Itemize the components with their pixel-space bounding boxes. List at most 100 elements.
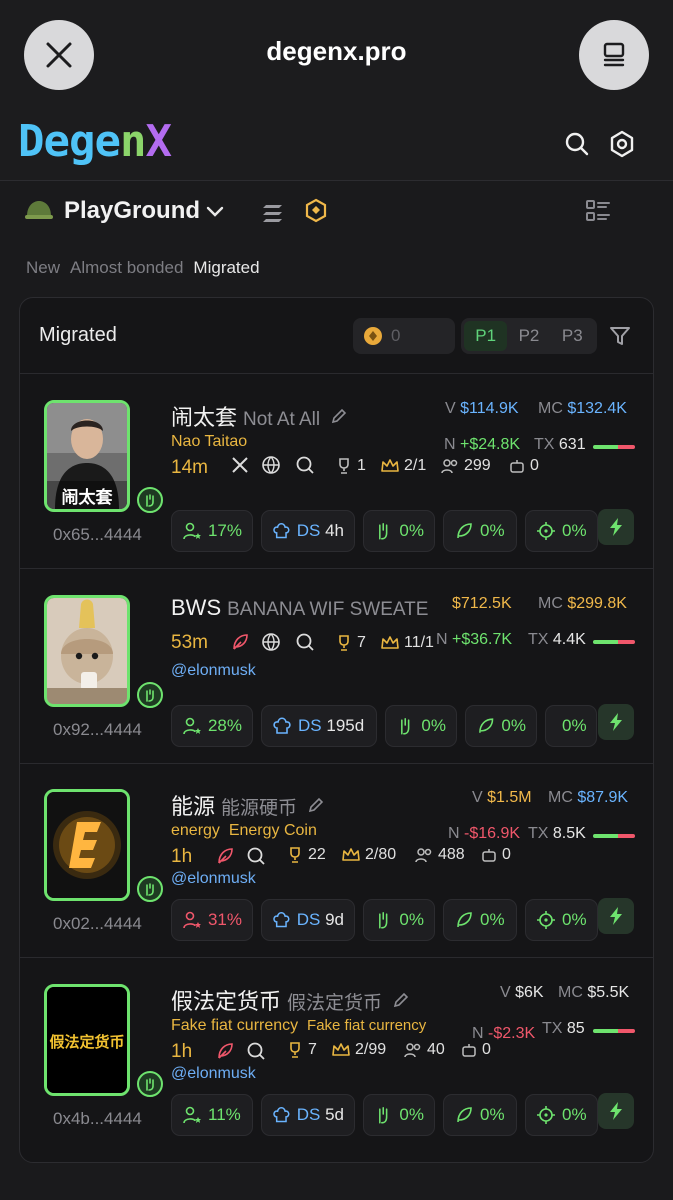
coin-icon (364, 327, 382, 345)
chef-hat-icon (273, 523, 290, 539)
target-chip[interactable]: 0% (525, 1094, 598, 1136)
holders-stat: 299 (440, 457, 491, 475)
token-name: BANANA WIF SWEATE (227, 599, 429, 620)
sniper-chip[interactable]: 0% (385, 705, 457, 747)
search-icon[interactable] (563, 130, 591, 158)
sniper-chip[interactable]: 0% (363, 899, 435, 941)
token-thumbnail[interactable] (44, 789, 130, 901)
token-address[interactable]: 0x4b...4444 (53, 1109, 142, 1129)
list-view-icon[interactable] (584, 197, 612, 225)
creator-handle[interactable]: @elonmusk (171, 870, 256, 888)
token-address[interactable]: 0x65...4444 (53, 525, 142, 545)
tab-new[interactable]: New (26, 258, 60, 278)
quick-buy-button[interactable] (598, 1093, 634, 1129)
bots-stat: 0 (508, 457, 539, 475)
lightning-icon (610, 518, 622, 536)
target-chip[interactable]: 0% (545, 705, 597, 747)
search-icon[interactable] (246, 1041, 266, 1061)
crown-stat: 11/1 (380, 634, 434, 652)
token-symbol[interactable]: 假法定货币 假法定货币 (171, 984, 410, 1016)
chef-hat-icon (273, 717, 291, 734)
svg-text:假法定货币: 假法定货币 (49, 1033, 124, 1051)
quick-buy-button[interactable] (598, 898, 634, 934)
hand-icon (146, 689, 154, 702)
token-thumbnail[interactable]: 闹太套 (44, 400, 130, 512)
holders-chip[interactable]: 17% (171, 510, 253, 552)
dev-sold-chip[interactable]: DS 9d (261, 899, 355, 941)
edit-icon[interactable] (392, 991, 410, 1009)
dev-sold-chip[interactable]: DS 195d (261, 705, 377, 747)
x-twitter-icon[interactable] (230, 455, 250, 475)
token-row[interactable]: 0x92...4444 BWS BANANA WIF SWEATE 53m 7 1… (20, 570, 653, 764)
insider-chip[interactable]: 0% (443, 1094, 517, 1136)
holders-chip[interactable]: 31% (171, 899, 253, 941)
search-icon[interactable] (295, 632, 315, 652)
solana-icon[interactable] (262, 198, 284, 224)
token-row[interactable]: 闹太套 0x65...4444 闹太套 Not At All Nao Taitao… (20, 375, 653, 569)
bnb-chain-icon[interactable] (304, 198, 328, 224)
website-icon[interactable] (261, 455, 281, 475)
sniper-chip[interactable]: 0% (363, 1094, 435, 1136)
buy-sell-bar (593, 834, 635, 838)
coin-count: 0 (391, 326, 401, 345)
buy-sell-bar (593, 1029, 635, 1033)
token-row[interactable]: 0x02...4444 能源 能源硬币 energy Energy Coin 1h… (20, 764, 653, 958)
dev-sold-chip[interactable]: DS 5d (261, 1094, 355, 1136)
creator-handle[interactable]: @elonmusk (171, 662, 256, 680)
verified-badge (137, 487, 163, 513)
quick-buy-button[interactable] (598, 704, 634, 740)
feather-icon[interactable] (215, 846, 235, 866)
website-icon[interactable] (261, 632, 281, 652)
holders-chip[interactable]: 11% (171, 1094, 253, 1136)
degenx-logo[interactable]: DegenX (18, 118, 172, 166)
token-age: 1h (171, 846, 193, 867)
playground-selector[interactable]: PlayGround (24, 193, 226, 229)
edit-icon[interactable] (330, 407, 348, 425)
migrated-panel: Migrated 0 P1 P2 P3 闹太套 0x65...4444 闹太套 … (19, 297, 654, 1163)
search-icon[interactable] (246, 846, 266, 866)
settings-icon[interactable] (608, 130, 636, 158)
market-cap-stat: MC $5.5K (558, 984, 630, 1001)
crown-icon (332, 1043, 350, 1056)
market-cap-stat: MC $299.8K (538, 595, 627, 612)
target-chip[interactable]: 0% (525, 510, 598, 552)
feather-icon[interactable] (215, 1041, 235, 1061)
creator-handle[interactable]: @elonmusk (171, 1065, 256, 1083)
token-row[interactable]: 假法定货币 0x4b...4444 假法定货币 假法定货币 Fake fiat c… (20, 959, 653, 1153)
net-flow-stat: N +$24.8K (444, 436, 521, 453)
feather-icon[interactable] (230, 632, 250, 652)
coin-filter[interactable]: 0 (353, 318, 455, 354)
token-age: 14m (171, 457, 208, 478)
tab-p3[interactable]: P3 (551, 321, 594, 351)
verified-badge (137, 1071, 163, 1097)
dev-sold-chip[interactable]: DS 4h (261, 510, 355, 552)
sniper-chip[interactable]: 0% (363, 510, 435, 552)
token-address[interactable]: 0x02...4444 (53, 914, 142, 934)
edit-icon[interactable] (307, 796, 325, 814)
token-symbol[interactable]: BWS BANANA WIF SWEATE (171, 595, 428, 621)
token-symbol[interactable]: 闹太套 Not At All (171, 400, 348, 432)
browser-menu-button[interactable] (579, 20, 649, 90)
bot-icon (510, 460, 524, 473)
tab-migrated[interactable]: Migrated (193, 258, 259, 278)
tab-almost-bonded[interactable]: Almost bonded (70, 258, 183, 278)
target-chip[interactable]: 0% (525, 899, 598, 941)
filter-icon[interactable] (608, 324, 632, 348)
token-address[interactable]: 0x92...4444 (53, 720, 142, 740)
token-name: 假法定货币 (287, 993, 383, 1014)
search-icon[interactable] (295, 455, 315, 475)
quick-buy-button[interactable] (598, 509, 634, 545)
insider-chip[interactable]: 0% (443, 510, 517, 552)
token-image: 假法定货币 (47, 987, 127, 1093)
token-symbol[interactable]: 能源 能源硬币 (171, 789, 325, 821)
tab-p2[interactable]: P2 (507, 321, 550, 351)
hand-icon (146, 494, 154, 507)
token-thumbnail[interactable]: 假法定货币 (44, 984, 130, 1096)
crown-icon (342, 848, 360, 861)
trophy-icon (339, 635, 349, 651)
tab-p1[interactable]: P1 (464, 321, 508, 351)
token-thumbnail[interactable] (44, 595, 130, 707)
holders-chip[interactable]: 28% (171, 705, 253, 747)
insider-chip[interactable]: 0% (443, 899, 517, 941)
insider-chip[interactable]: 0% (465, 705, 537, 747)
